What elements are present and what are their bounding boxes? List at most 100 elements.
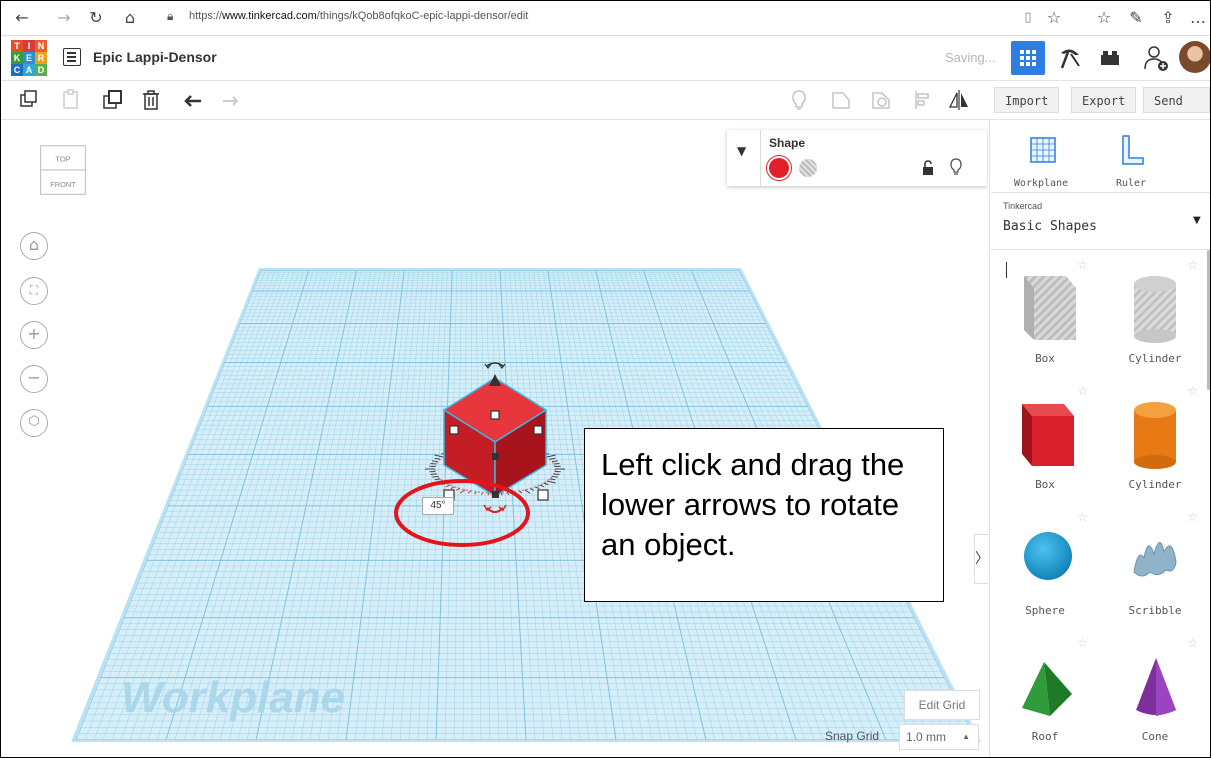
browser-toolbar: ← → ↻ ⌂ 🔒︎ https://www.tinkercad.com/thi… — [1, 1, 1210, 36]
design-menu-icon[interactable] — [63, 48, 81, 66]
rotation-angle-label: 45° — [422, 497, 454, 515]
app-window: ← → ↻ ⌂ 🔒︎ https://www.tinkercad.com/thi… — [0, 0, 1211, 758]
view-cube-front-label[interactable]: FRONT — [50, 180, 76, 189]
panel-scrollbar[interactable] — [1207, 250, 1210, 390]
shape-name: Cylinder — [1128, 478, 1182, 491]
box-icon — [1022, 404, 1074, 466]
zoom-in-button[interactable]: + — [20, 321, 48, 349]
ruler-tool[interactable]: Ruler — [1096, 132, 1166, 192]
view-cube[interactable]: TOP FRONT — [35, 142, 91, 198]
workplane-tool[interactable]: Workplane — [1006, 132, 1076, 192]
bricks-view-button[interactable] — [1093, 41, 1127, 75]
user-avatar[interactable] — [1179, 41, 1210, 73]
shape-name: Box — [1035, 352, 1055, 365]
more-icon[interactable]: … — [1187, 7, 1209, 29]
shape-name: Cylinder — [1128, 352, 1182, 365]
solid-color-swatch[interactable] — [769, 158, 789, 178]
snap-grid-select[interactable]: 1.0 mm ▲ — [899, 724, 979, 750]
view-cube-top-label[interactable]: TOP — [55, 155, 70, 164]
reader-icon[interactable]: ▯ — [1017, 7, 1039, 29]
refresh-icon[interactable]: ↻ — [85, 7, 107, 29]
center-handle[interactable] — [492, 453, 499, 460]
undo-icon[interactable] — [181, 88, 205, 112]
shape-tile-box[interactable]: ☆ Box — [990, 378, 1100, 498]
logo-letter: I — [23, 40, 35, 52]
add-user-icon — [1144, 46, 1168, 71]
chevron-down-icon: ▼ — [1193, 215, 1201, 226]
zoom-out-button[interactable]: − — [20, 365, 48, 393]
ungroup-icon[interactable] — [869, 88, 893, 112]
project-title[interactable]: Epic Lappi-Densor — [93, 49, 217, 65]
shape-library-select[interactable]: Tinkercad Basic Shapes ▼ — [991, 192, 1210, 250]
perspective-button[interactable]: ⬡ — [20, 409, 48, 437]
forward-icon[interactable]: → — [53, 7, 75, 29]
shape-inspector: ▼ Shape — [727, 130, 987, 186]
redo-icon[interactable] — [219, 88, 243, 112]
send-to-button[interactable]: Send To — [1143, 87, 1210, 134]
pickaxe-icon — [1060, 49, 1080, 69]
blocks-view-button[interactable] — [1053, 41, 1087, 75]
shape-tile-cylinder-hole[interactable]: ☆ Cylinder — [1100, 252, 1210, 372]
logo-letter: C — [11, 64, 23, 76]
3d-viewport[interactable]: Workplane 45° TOP FRONT ⌂ ⛶ + − ⬡ ▼ Shap… — [1, 120, 988, 757]
shape-tile-sphere[interactable]: ☆ Sphere — [990, 504, 1100, 624]
callout-text: Left click and drag the lower arrows to … — [601, 447, 905, 562]
workplane-watermark: Workplane — [121, 673, 345, 722]
shape-tile-box-hole[interactable]: ☆ Box — [990, 252, 1100, 372]
shape-tile-roof[interactable]: ☆ Roof — [990, 630, 1100, 750]
fit-view-button[interactable]: ⛶ — [20, 277, 48, 305]
group-icon[interactable] — [829, 88, 853, 112]
collapse-panel-button[interactable]: 〉 — [974, 534, 988, 584]
inspector-divider — [760, 130, 761, 186]
snap-grid-value: 1.0 mm — [906, 730, 947, 744]
shape-name: Box — [1035, 478, 1055, 491]
bottom-handle[interactable] — [492, 491, 499, 498]
snap-grid-label: Snap Grid — [825, 729, 880, 743]
add-user-button[interactable] — [1139, 41, 1173, 75]
visibility-bulb-icon[interactable] — [949, 158, 963, 176]
copy-icon[interactable] — [17, 88, 41, 112]
roof-icon — [1022, 662, 1072, 716]
import-button[interactable]: Import — [994, 87, 1060, 113]
shapes-grid: ☆ Box ☆ Cylinder ☆ Box ☆ Cylinder ☆ Sphe… — [990, 252, 1210, 757]
home-view-button[interactable]: ⌂ — [20, 232, 48, 260]
logo-letter: E — [23, 52, 35, 64]
chevron-up-icon: ▲ — [962, 732, 970, 741]
shape-tile-cylinder[interactable]: ☆ Cylinder — [1100, 378, 1210, 498]
shape-tile-scribble[interactable]: ☆ Scribble — [1100, 504, 1210, 624]
address-bar[interactable]: 🔒︎ https://www.tinkercad.com/things/kQob… — [155, 5, 995, 31]
workplane-tool-label: Workplane — [1013, 178, 1069, 189]
hole-swatch[interactable] — [799, 159, 817, 177]
edit-grid-button[interactable]: Edit Grid — [904, 690, 980, 720]
back-icon[interactable]: ← — [11, 7, 33, 29]
paste-icon[interactable] — [59, 88, 83, 112]
mirror-icon[interactable] — [947, 88, 971, 112]
align-icon[interactable] — [911, 88, 935, 112]
3d-design-view-button[interactable] — [1011, 41, 1045, 75]
duplicate-icon[interactable] — [101, 88, 125, 112]
favorites-list-icon[interactable]: ☆ — [1093, 7, 1115, 29]
favorite-star-icon[interactable]: ☆ — [1043, 7, 1065, 29]
lock-icon: 🔒︎ — [167, 9, 174, 23]
sphere-icon — [1024, 532, 1072, 580]
instruction-callout: Left click and drag the lower arrows to … — [584, 428, 944, 602]
pen-icon[interactable]: ✎ — [1125, 7, 1147, 29]
share-icon[interactable]: ⇪ — [1157, 7, 1179, 29]
app-header: T I N K E R C A D Epic Lappi-Densor Savi… — [1, 36, 1210, 81]
logo-letter: D — [35, 64, 47, 76]
delete-icon[interactable] — [139, 88, 163, 112]
export-button[interactable]: Export — [1071, 87, 1137, 113]
notes-icon[interactable] — [787, 88, 811, 112]
url-text: https://www.tinkercad.com/things/kQob8of… — [189, 10, 529, 22]
home-icon[interactable]: ⌂ — [119, 7, 141, 29]
logo-letter: T — [11, 40, 23, 52]
shape-tile-cone[interactable]: ☆ Cone — [1100, 630, 1210, 750]
shape-name: Roof — [1031, 730, 1059, 743]
unlock-icon[interactable] — [921, 160, 935, 176]
ruler-icon — [1122, 135, 1144, 165]
box-hole-icon — [1024, 276, 1076, 340]
collapse-inspector-icon[interactable]: ▼ — [737, 144, 746, 158]
tinkercad-logo[interactable]: T I N K E R C A D — [11, 40, 47, 76]
logo-letter: R — [35, 52, 47, 64]
scribble-icon — [1133, 542, 1177, 577]
